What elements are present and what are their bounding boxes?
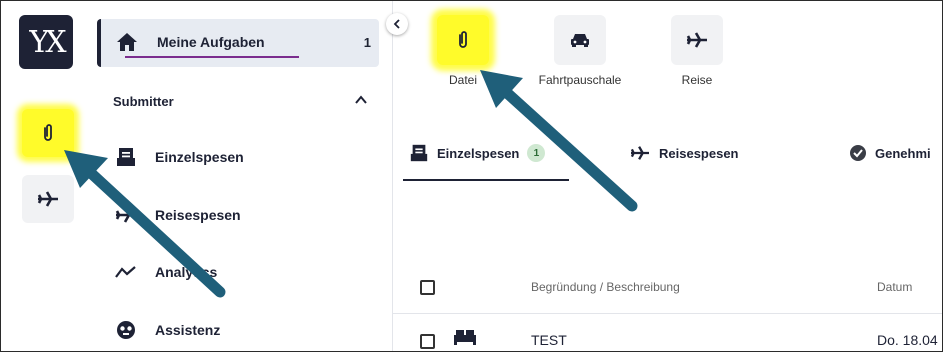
sidebar-item-meine-aufgaben[interactable]: Meine Aufgaben 1 — [97, 19, 379, 67]
sidebar-item-label: Meine Aufgaben — [157, 34, 265, 50]
icon-rail: YX — [1, 1, 91, 351]
column-header-date: Datum — [877, 280, 913, 294]
tab-bar: Einzelspesen 1 Reisespesen Genehmi — [393, 127, 942, 183]
sidebar-item-reisespesen[interactable]: Reisespesen — [113, 200, 373, 230]
main-content: Datei Fahrtpauschale Reise Einzelspesen … — [392, 1, 942, 351]
receipt-icon — [410, 144, 428, 162]
check-circle-icon — [850, 145, 866, 161]
select-all-checkbox[interactable] — [420, 280, 435, 295]
toolbar-fahrtpauschale-label: Fahrtpauschale — [538, 73, 622, 87]
toolbar-reise-button[interactable] — [671, 15, 723, 65]
active-tab-indicator — [403, 179, 569, 181]
sidebar-item-assistenz[interactable]: Assistenz — [113, 315, 373, 345]
paperclip-icon — [44, 124, 52, 141]
toolbar-datei-button[interactable] — [437, 15, 489, 65]
tab-count-badge: 1 — [527, 144, 546, 162]
task-count: 1 — [363, 35, 371, 50]
app-logo[interactable]: YX — [19, 15, 73, 69]
table-row-description[interactable]: TEST — [531, 332, 567, 348]
home-icon — [117, 33, 137, 51]
tab-einzelspesen[interactable]: Einzelspesen 1 — [409, 141, 546, 165]
receipt-icon — [113, 144, 139, 170]
airplane-icon — [37, 191, 58, 207]
chevron-left-icon — [393, 19, 400, 29]
toolbar-reise-label: Reise — [681, 73, 713, 87]
analytics-icon — [113, 259, 139, 285]
tab-reisespesen[interactable]: Reisespesen — [629, 141, 739, 165]
toolbar-fahrtpauschale-button[interactable] — [554, 15, 606, 65]
assistant-icon — [113, 317, 139, 343]
tab-genehmigungen[interactable]: Genehmi — [849, 141, 931, 165]
sidebar-item-einzelspesen[interactable]: Einzelspesen — [113, 142, 373, 172]
rail-attachment-button[interactable] — [22, 109, 74, 157]
car-icon — [571, 34, 589, 47]
paperclip-icon — [459, 31, 467, 48]
active-underline — [125, 56, 299, 58]
airplane-icon — [630, 146, 649, 160]
row-divider — [393, 313, 942, 314]
row-checkbox[interactable] — [420, 334, 435, 349]
bed-icon — [454, 330, 476, 345]
chevron-up-icon[interactable] — [353, 93, 369, 107]
rail-travel-button[interactable] — [22, 175, 74, 223]
sidebar: Meine Aufgaben 1 Submitter Einzelspesen … — [91, 1, 389, 351]
app-window: YX Meine Aufgaben 1 Submitter Einzelspes… — [0, 0, 943, 352]
airplane-icon — [113, 202, 139, 228]
section-title: Submitter — [113, 94, 174, 109]
collapse-sidebar-button[interactable] — [386, 13, 408, 35]
table-row-date: Do. 18.04 — [877, 332, 938, 348]
airplane-icon — [686, 32, 707, 48]
sidebar-item-analytics[interactable]: Analytics — [113, 257, 373, 287]
column-header-description: Begründung / Beschreibung — [531, 280, 680, 294]
toolbar-datei-label: Datei — [448, 73, 477, 87]
